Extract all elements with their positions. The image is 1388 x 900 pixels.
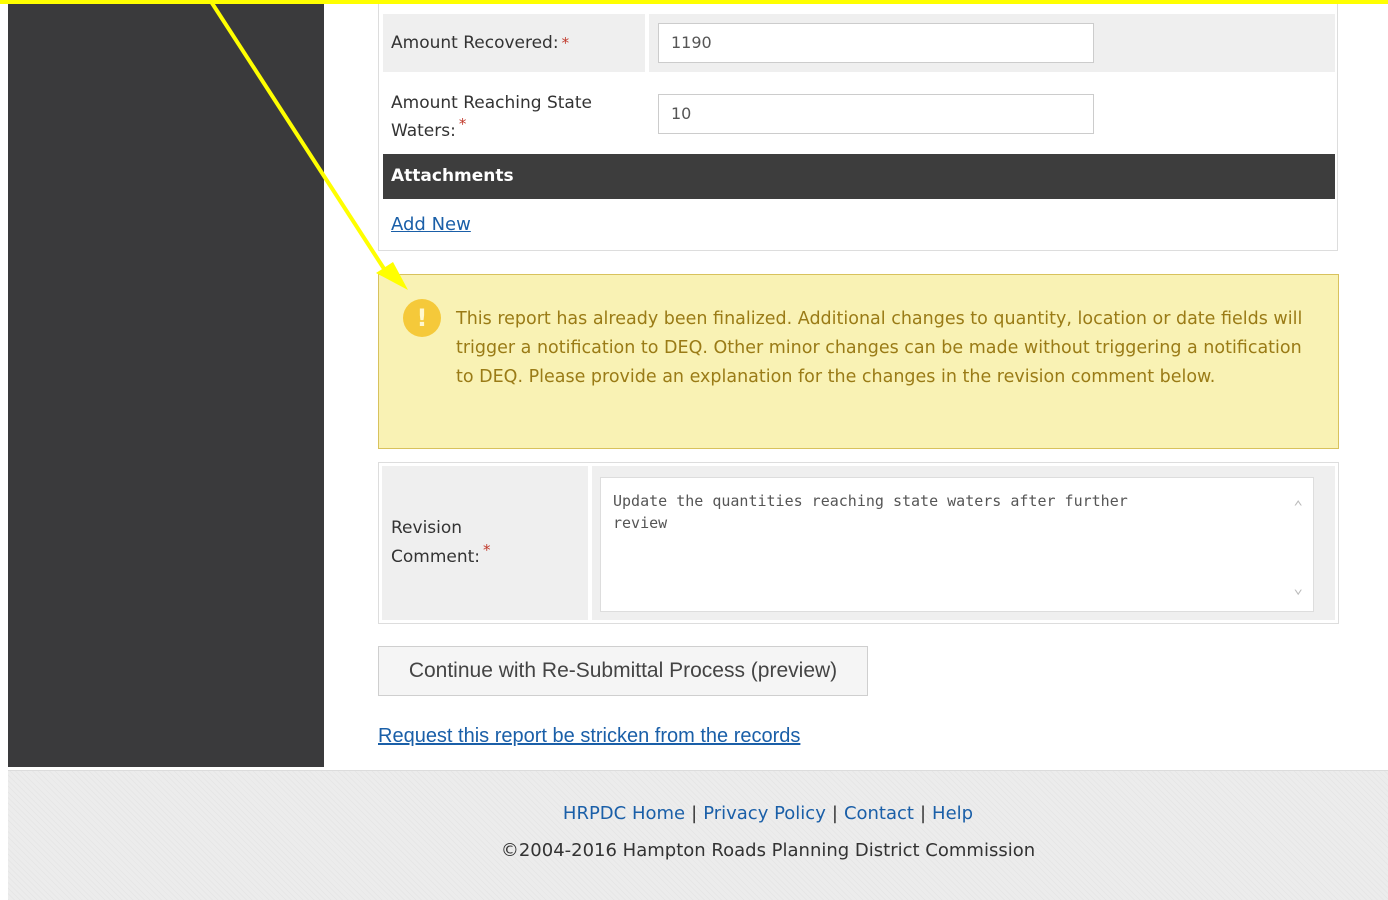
revision-comment-label-text: Revision Comment: *: [391, 514, 491, 572]
amount-reaching-label-line2: Waters:: [391, 121, 456, 141]
scroll-down-icon[interactable]: ⌄: [1293, 577, 1303, 599]
footer-link-contact[interactable]: Contact: [844, 803, 914, 824]
add-new-attachment-link[interactable]: Add New: [391, 214, 471, 235]
footer-separator: |: [919, 803, 927, 824]
amount-reaching-label-line1: Amount Reaching State: [391, 93, 592, 113]
copyright-text: ©2004-2016 Hampton Roads Planning Distri…: [500, 840, 1036, 861]
annotation-top-bar: [0, 0, 1388, 4]
revision-comment-label: Revision Comment: *: [382, 466, 588, 620]
footer-link-hrpdc-home[interactable]: HRPDC Home: [563, 803, 685, 824]
request-stricken-link[interactable]: Request this report be stricken from the…: [378, 725, 800, 748]
exclamation-icon: !: [403, 299, 441, 337]
revision-label-line1: Revision: [391, 518, 463, 538]
attachments-header: Attachments: [383, 154, 1335, 199]
sidebar: [8, 0, 324, 767]
revision-label-line2: Comment:: [391, 547, 481, 567]
amount-recovered-input[interactable]: 1190: [658, 23, 1094, 63]
footer-links: HRPDC Home | Privacy Policy | Contact | Help: [8, 803, 1388, 824]
required-marker: *: [483, 541, 491, 560]
revision-comment-text: Update the quantities reaching state wat…: [613, 492, 1128, 532]
amount-reaching-input[interactable]: 10: [658, 94, 1094, 134]
scroll-up-icon[interactable]: ⌃: [1293, 496, 1303, 518]
required-marker: *: [458, 115, 467, 134]
footer-separator: |: [831, 803, 838, 824]
revision-comment-section: Revision Comment: * Update the quantities …: [378, 462, 1339, 624]
amount-recovered-row: Amount Recovered: * 1190: [383, 14, 1335, 72]
amount-recovered-label: Amount Recovered: *: [383, 14, 645, 72]
amount-recovered-label-text: Amount Recovered:: [391, 33, 559, 53]
footer-link-privacy-policy[interactable]: Privacy Policy: [703, 803, 826, 824]
footer-separator: |: [691, 803, 698, 824]
amount-reaching-row: Amount Reaching State Waters: * 10: [383, 84, 1335, 150]
amount-reaching-label-text: Amount Reaching State Waters: *: [391, 89, 592, 145]
amount-reaching-label: Amount Reaching State Waters: *: [383, 84, 645, 150]
incident-form-section: Amount Recovered: * 1190 Amount Reaching …: [378, 0, 1338, 251]
continue-resubmittal-button[interactable]: Continue with Re-Submittal Process (prev…: [378, 646, 868, 696]
alert-message: This report has already been finalized. …: [456, 309, 1303, 387]
finalized-warning-alert: ! This report has already been finalized…: [378, 274, 1339, 449]
revision-comment-textarea[interactable]: Update the quantities reaching state wat…: [600, 477, 1314, 612]
footer: HRPDC Home | Privacy Policy | Contact | Help ©…: [8, 770, 1388, 900]
footer-link-help[interactable]: Help: [932, 803, 973, 824]
